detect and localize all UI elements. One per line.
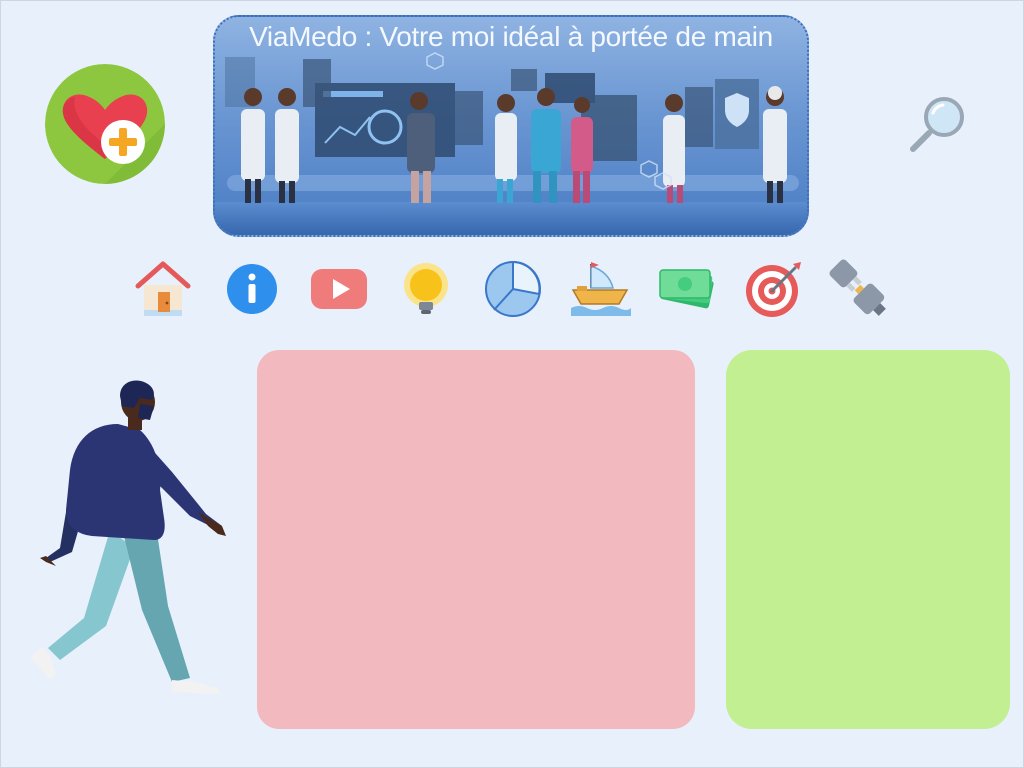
app-logo[interactable] xyxy=(45,64,165,184)
icon-nav xyxy=(132,258,892,324)
target-icon xyxy=(746,262,801,317)
lightbulb-icon xyxy=(404,263,448,314)
nav-item-goals[interactable] xyxy=(743,258,805,320)
content-panel-right xyxy=(726,350,1010,729)
walking-person-illustration xyxy=(22,380,232,700)
youtube-play-icon xyxy=(311,269,367,309)
house-icon xyxy=(135,261,191,316)
magnifier-icon xyxy=(910,97,964,152)
nav-item-info[interactable] xyxy=(221,258,283,320)
banner-title: ViaMedo : Votre moi idéal à portée de ma… xyxy=(249,21,773,52)
nav-item-video[interactable] xyxy=(308,258,370,320)
search-button[interactable] xyxy=(905,93,969,157)
nav-item-ideas[interactable] xyxy=(395,258,457,320)
hero-banner: ViaMedo : Votre moi idéal à portée de ma… xyxy=(213,15,809,237)
heart-plus-icon xyxy=(45,64,165,184)
nav-item-stats[interactable] xyxy=(482,258,544,320)
info-icon xyxy=(227,264,277,314)
content-panel-left xyxy=(257,350,695,729)
banknotes-icon xyxy=(659,269,714,309)
nav-item-connect[interactable] xyxy=(828,258,890,320)
nav-item-journey[interactable] xyxy=(569,258,631,320)
plug-icon xyxy=(829,259,886,316)
pie-chart-icon xyxy=(485,260,541,317)
ship-icon xyxy=(571,262,631,316)
nav-item-home[interactable] xyxy=(132,258,194,320)
nav-item-money[interactable] xyxy=(656,258,718,320)
